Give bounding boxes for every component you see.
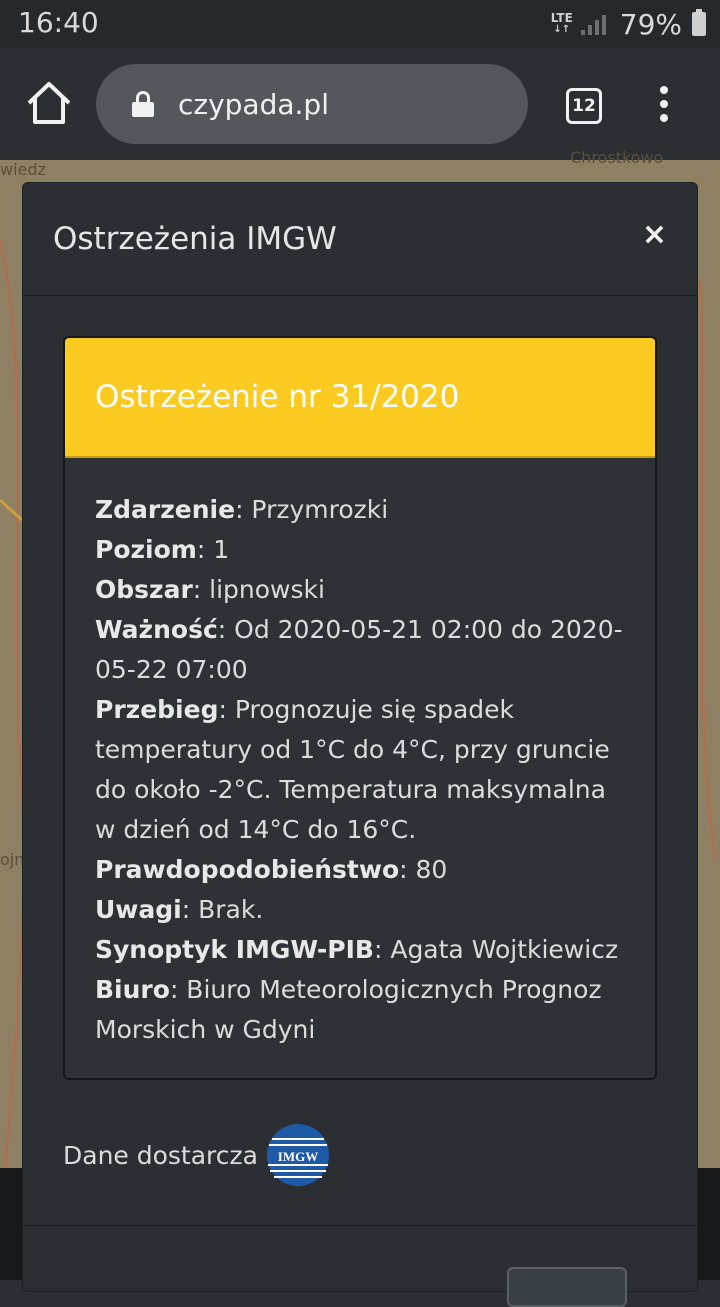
field-uwagi: Uwagi: Brak. <box>95 895 264 924</box>
field-synoptyk: Synoptyk IMGW-PIB: Agata Wojtkiewicz <box>95 935 619 964</box>
modal-header: Ostrzeżenia IMGW × <box>23 183 697 296</box>
more-menu-icon[interactable] <box>656 86 672 126</box>
field-zdarzenie: Zdarzenie: Przymrozki <box>95 495 389 524</box>
map-overlay-edge <box>698 1168 720 1280</box>
field-prawdopodobienstwo: Prawdopodobieństwo: 80 <box>95 855 448 884</box>
source-text: Dane dostarcza <box>63 1140 258 1170</box>
field-poziom: Poziom: 1 <box>95 535 230 564</box>
warnings-modal: Ostrzeżenia IMGW × Ostrzeżenie nr 31/202… <box>22 182 698 1307</box>
battery-icon <box>692 9 706 36</box>
warning-details: Zdarzenie: Przymrozki Poziom: 1 Obszar: … <box>65 458 655 1050</box>
status-icons: LTE ↓↑ 79% <box>551 6 706 42</box>
close-icon[interactable]: × <box>642 217 667 252</box>
modal-title: Ostrzeżenia IMGW <box>53 221 337 257</box>
map-overlay-edge <box>0 1168 22 1280</box>
lte-icon: LTE ↓↑ <box>550 11 573 35</box>
status-bar: 16:40 LTE ↓↑ 79% <box>0 0 720 48</box>
footer-button[interactable] <box>507 1267 627 1307</box>
warning-header: Ostrzeżenie nr 31/2020 <box>65 338 655 458</box>
map-label: ojn <box>0 850 25 869</box>
signal-icon <box>580 13 606 35</box>
browser-toolbar: czypada.pl 12 <box>0 48 720 160</box>
battery-percent: 79% <box>619 7 682 41</box>
lock-icon <box>132 91 154 117</box>
tab-switcher-button[interactable]: 12 <box>566 88 602 124</box>
field-obszar: Obszar: lipnowski <box>95 575 325 604</box>
url-text: czypada.pl <box>178 87 329 121</box>
field-biuro: Biuro: Biuro Meteorologicznych Prognoz M… <box>95 975 602 1044</box>
footer-divider <box>23 1225 697 1226</box>
data-source: Dane dostarcza IMGW <box>63 1123 330 1187</box>
address-bar[interactable]: czypada.pl <box>96 64 528 144</box>
field-przebieg: Przebieg: Prognozuje się spadek temperat… <box>95 695 610 844</box>
warning-title: Ostrzeżenie nr 31/2020 <box>95 379 460 415</box>
field-waznosc: Ważność: Od 2020-05-21 02:00 do 2020-05-… <box>95 615 623 684</box>
status-time: 16:40 <box>18 6 99 39</box>
logo-text: IMGW <box>278 1149 318 1164</box>
map-label: Chrostkowo <box>570 148 664 167</box>
map-label: wiedz <box>0 160 46 179</box>
imgw-logo[interactable]: IMGW <box>266 1123 330 1187</box>
home-icon[interactable] <box>24 78 74 128</box>
warning-card: Ostrzeżenie nr 31/2020 Zdarzenie: Przymr… <box>63 336 657 1080</box>
